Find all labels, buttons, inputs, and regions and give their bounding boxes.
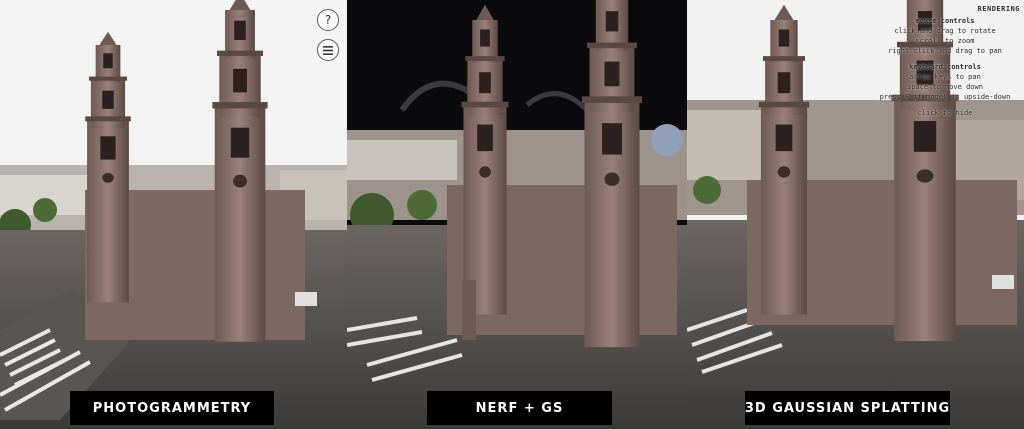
mouse-control-line: right click and drag to pan <box>888 47 1002 55</box>
hide-controls-link[interactable]: click to hide <box>870 108 1020 118</box>
caption-nerf-gs: NERF + GS <box>427 391 612 425</box>
mouse-control-line: click and drag to rotate <box>894 27 996 35</box>
caption-gaussian-splatting: 3D GAUSSIAN SPLATTING <box>745 391 950 425</box>
panel-nerf-gs: NERF + GS <box>347 0 687 429</box>
keyboard-control-line: space to move down <box>907 83 983 91</box>
caption-photogrammetry: PHOTOGRAMMETRY <box>70 391 274 425</box>
panel-gaussian-splatting: RENDERING mouse controls click and drag … <box>687 0 1024 429</box>
question-icon: ? <box>324 13 332 27</box>
keyboard-control-line: press F if model is upside-down <box>879 93 1011 101</box>
brand-label: RENDERING <box>977 5 1020 13</box>
viewer-controls-overlay[interactable]: RENDERING mouse controls click and drag … <box>870 4 1020 118</box>
mouse-control-line: scroll to zoom <box>915 37 975 45</box>
hamburger-icon <box>323 45 333 55</box>
panel-photogrammetry: ? PHOTOGRAMMETRY <box>0 0 347 429</box>
nerf-gs-view[interactable] <box>347 0 687 429</box>
keyboard-controls-title: keyboard controls <box>909 63 981 71</box>
photogrammetry-view[interactable] <box>0 0 347 429</box>
help-button[interactable]: ? <box>317 9 339 31</box>
mouse-controls-title: mouse controls <box>915 17 975 25</box>
menu-button[interactable] <box>317 39 339 61</box>
keyboard-control-line: arrow keys to pan <box>909 73 981 81</box>
